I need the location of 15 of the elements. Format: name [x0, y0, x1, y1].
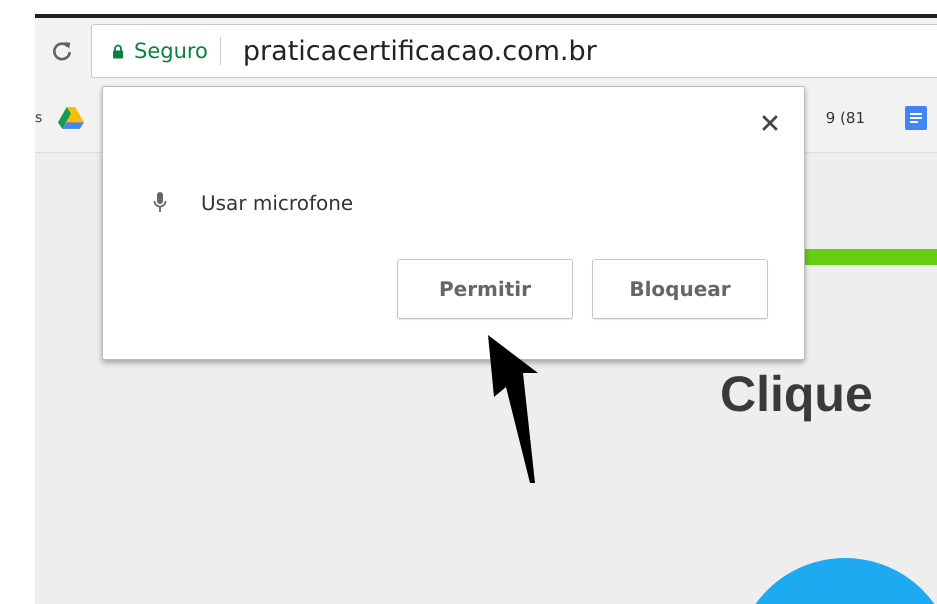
permission-button[interactable]: Bloquear: [592, 259, 768, 319]
page-heading: Clique: [720, 365, 873, 423]
permission-button[interactable]: Permitir: [397, 259, 573, 319]
reload-icon[interactable]: [51, 40, 73, 62]
bookmark-label[interactable]: s: [35, 110, 42, 126]
microphone-icon: [153, 192, 167, 214]
bookmark-label[interactable]: 9 (81: [826, 109, 865, 127]
permission-label: Usar microfone: [201, 191, 354, 215]
close-icon[interactable]: [762, 115, 778, 131]
lock-icon: [112, 44, 124, 58]
url-text: praticacertificacao.com.br: [242, 36, 597, 66]
document-icon[interactable]: [905, 106, 927, 130]
triangle-icon[interactable]: [58, 106, 84, 130]
address-bar[interactable]: Seguro praticacertificacao.com.br: [91, 24, 937, 78]
security-label: Seguro: [134, 39, 208, 63]
